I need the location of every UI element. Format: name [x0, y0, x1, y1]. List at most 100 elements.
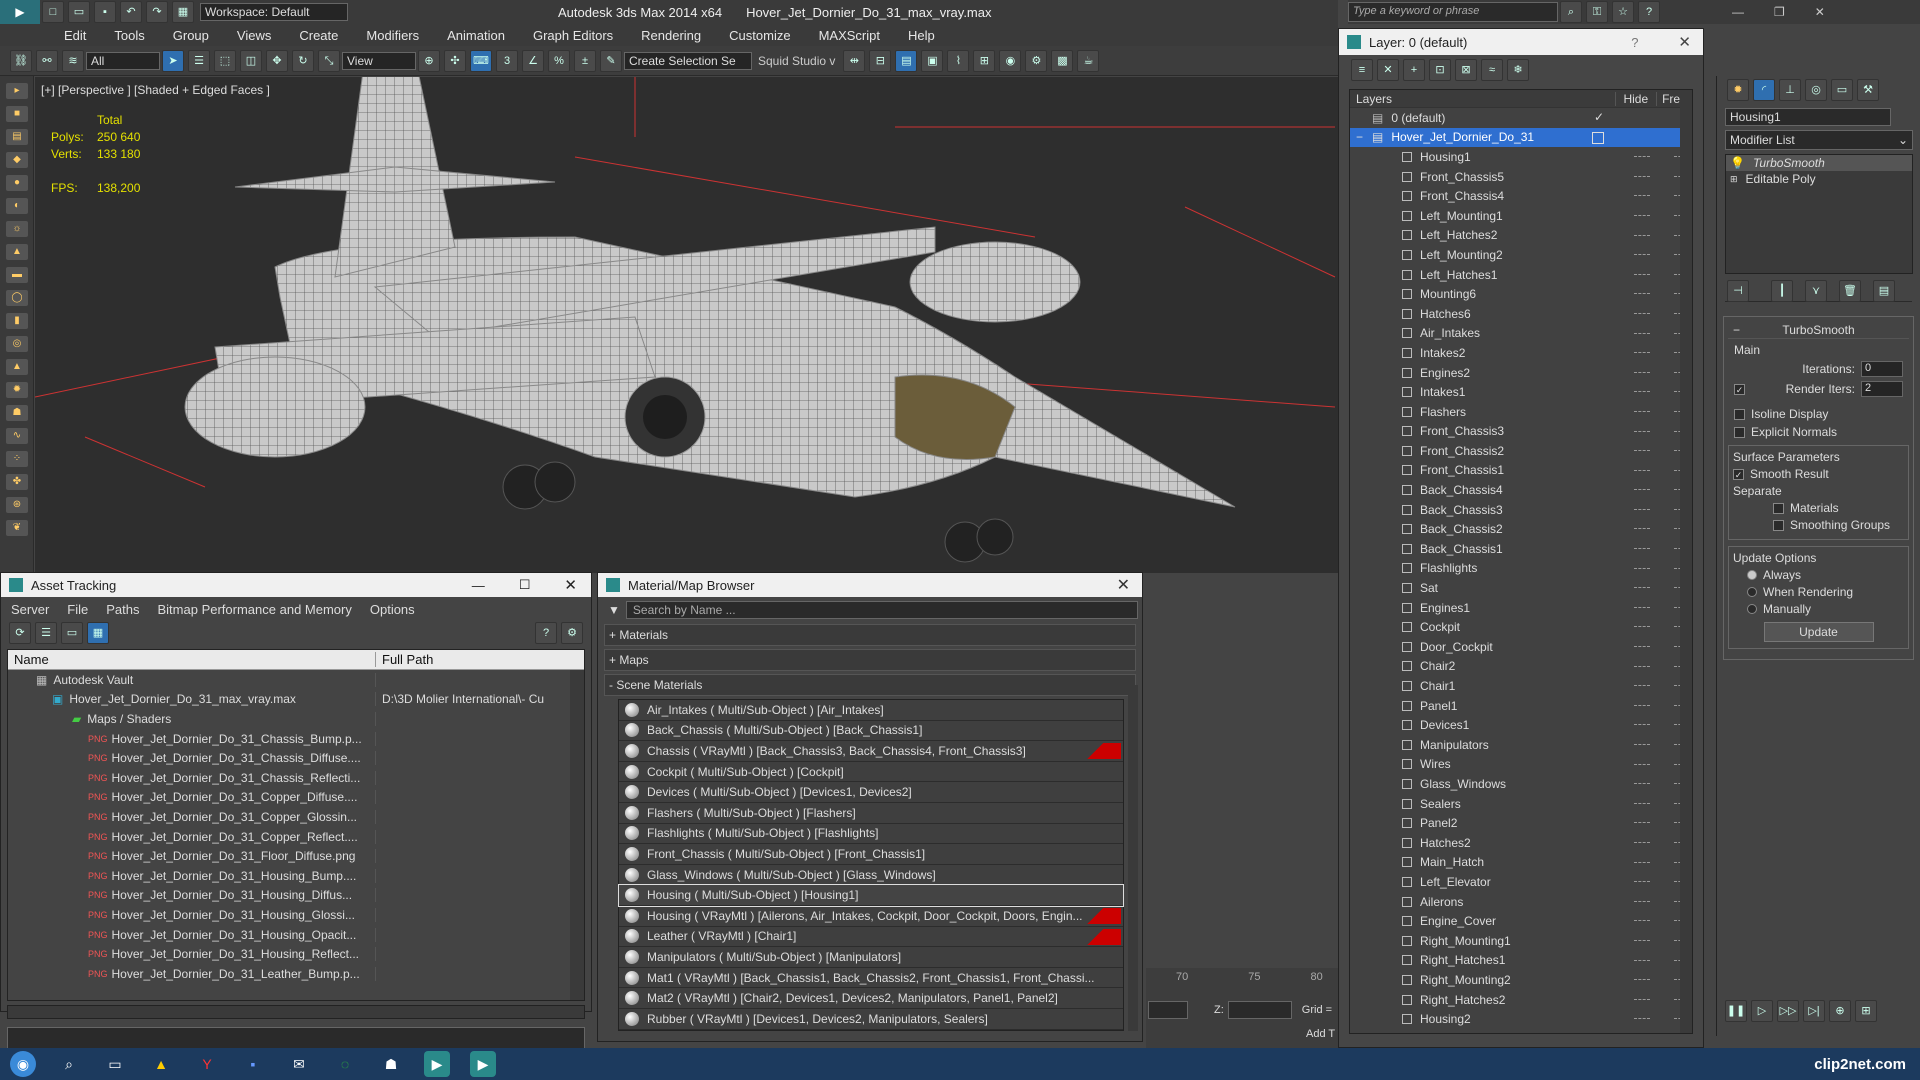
layer-object-row[interactable]: Sealers: [1350, 794, 1692, 814]
scene-material-item[interactable]: Glass_Windows ( Multi/Sub-Object ) [Glas…: [619, 865, 1123, 886]
taskbar-app-yandex-icon[interactable]: Y: [194, 1051, 220, 1077]
map-file-row[interactable]: PNG Hover_Jet_Dornier_Do_31_Copper_Reflec…: [8, 827, 584, 847]
object-hide-toggle[interactable]: [1634, 156, 1650, 158]
asset-menu-bitmap[interactable]: Bitmap Performance and Memory: [158, 602, 352, 617]
object-hide-toggle[interactable]: [1634, 410, 1650, 412]
key-icon[interactable]: ⚿: [1586, 1, 1608, 23]
scene-material-item[interactable]: Mat1 ( VRayMtl ) [Back_Chassis1, Back_Ch…: [619, 968, 1123, 989]
save-icon[interactable]: ▪: [94, 1, 116, 23]
matbrowser-options-icon[interactable]: ▼: [608, 603, 620, 617]
object-hide-toggle[interactable]: [1634, 391, 1650, 393]
make-unique-icon[interactable]: ⋎: [1805, 279, 1827, 302]
layer-object-row[interactable]: Ailerons: [1350, 892, 1692, 912]
asset-menu-server[interactable]: Server: [11, 602, 49, 617]
layer-object-row[interactable]: Engines1: [1350, 598, 1692, 618]
asset-close-icon[interactable]: ✕: [564, 576, 577, 594]
help-icon[interactable]: ?: [1638, 1, 1660, 23]
object-hide-toggle[interactable]: [1634, 234, 1650, 236]
graphite-icon[interactable]: ▣: [921, 49, 944, 72]
perspective-viewport[interactable]: [+] [Perspective ] [Shaded + Edged Faces…: [35, 77, 1338, 573]
layer-object-row[interactable]: Left_Hatches2: [1350, 226, 1692, 246]
layer-object-row[interactable]: Housing2: [1350, 1009, 1692, 1029]
redo-icon[interactable]: ↷: [146, 1, 168, 23]
object-hide-toggle[interactable]: [1634, 332, 1650, 334]
project-icon[interactable]: ▦: [172, 1, 194, 23]
layer-object-row[interactable]: Glass_Windows: [1350, 774, 1692, 794]
shape-tool-icon[interactable]: ●: [6, 175, 28, 191]
when-rendering-radio[interactable]: [1747, 587, 1757, 597]
layer-object-row[interactable]: Back_Chassis1: [1350, 539, 1692, 559]
close-icon[interactable]: ✕: [1815, 5, 1825, 19]
motion-tab-icon[interactable]: ◎: [1805, 79, 1827, 101]
reference-coord-dropdown[interactable]: View: [342, 51, 416, 70]
unlink-icon[interactable]: ⚯: [36, 49, 58, 72]
section-maps[interactable]: + Maps: [604, 649, 1136, 671]
stack-item-editable-poly[interactable]: ⊞ Editable Poly: [1726, 171, 1912, 187]
leaf-icon[interactable]: ❦: [6, 520, 28, 536]
new-file-icon[interactable]: □: [42, 1, 64, 23]
matbrowser-scrollbar[interactable]: [1128, 685, 1138, 1031]
layer-object-row[interactable]: Housing1: [1350, 147, 1692, 167]
object-hide-toggle[interactable]: [1634, 567, 1650, 569]
table-view-icon[interactable]: ▦: [87, 622, 109, 644]
object-hide-toggle[interactable]: [1634, 587, 1650, 589]
edit-tool-icon[interactable]: ▤: [6, 129, 28, 145]
add-to-layer-icon[interactable]: +: [1403, 59, 1425, 81]
globe-icon[interactable]: ⊛: [6, 497, 28, 513]
modifier-list-dropdown[interactable]: Modifier List ⌄: [1725, 130, 1913, 150]
select-tool-icon[interactable]: ▸: [6, 83, 28, 99]
layer-object-row[interactable]: Panel2: [1350, 813, 1692, 833]
selection-filter-dropdown[interactable]: All: [86, 51, 160, 70]
scene-material-item[interactable]: Flashers ( Multi/Sub-Object ) [Flashers]: [619, 803, 1123, 824]
app-logo-icon[interactable]: ▶: [0, 0, 40, 24]
search-input[interactable]: Type a keyword or phrase: [1348, 2, 1558, 22]
taskbar-app-game-icon[interactable]: ☗: [378, 1051, 404, 1077]
layer-object-row[interactable]: Intakes1: [1350, 382, 1692, 402]
layer-object-row[interactable]: Main_Hatch: [1350, 853, 1692, 873]
layer-object-row[interactable]: Left_Elevator: [1350, 872, 1692, 892]
taskbar-search-icon[interactable]: ⌕: [56, 1051, 82, 1077]
layer-close-icon[interactable]: ✕: [1678, 33, 1691, 51]
scale-icon[interactable]: ⤡: [318, 49, 340, 72]
sun-icon[interactable]: ✹: [6, 382, 28, 398]
snap-toggle-icon[interactable]: 3: [496, 49, 518, 72]
camera-tool-icon[interactable]: ◐: [6, 198, 28, 214]
menu-edit[interactable]: Edit: [64, 28, 86, 43]
object-hide-toggle[interactable]: [1634, 881, 1650, 883]
dynamics-icon[interactable]: ✤: [6, 474, 28, 490]
object-hide-toggle[interactable]: [1634, 508, 1650, 510]
file-row[interactable]: ▣ Hover_Jet_Dornier_Do_31_max_vray.max D:…: [8, 690, 584, 710]
layer-object-row[interactable]: Right_Hatches1: [1350, 951, 1692, 971]
asset-maximize-icon[interactable]: ☐: [519, 577, 531, 593]
section-materials[interactable]: + Materials: [604, 624, 1136, 646]
scene-material-item[interactable]: Cockpit ( Multi/Sub-Object ) [Cockpit]: [619, 762, 1123, 783]
active-layer-check-icon[interactable]: ✓: [1594, 110, 1604, 124]
show-end-result-icon[interactable]: ┃: [1771, 279, 1793, 302]
map-file-row[interactable]: PNG Hover_Jet_Dornier_Do_31_Housing_Opaci…: [8, 925, 584, 945]
layer-row-default[interactable]: ▤ 0 (default) ✓: [1350, 108, 1692, 128]
object-hide-toggle[interactable]: [1634, 548, 1650, 550]
delete-layer-icon[interactable]: ✕: [1377, 59, 1399, 81]
object-hide-toggle[interactable]: [1634, 195, 1650, 197]
section-scene-materials[interactable]: - Scene Materials: [604, 674, 1136, 696]
spline-icon[interactable]: ∿: [6, 428, 28, 444]
map-file-row[interactable]: PNG Hover_Jet_Dornier_Do_31_Chassis_Refle…: [8, 768, 584, 788]
named-selection-input[interactable]: Create Selection Se: [624, 51, 752, 70]
layer-help-icon[interactable]: ?: [1631, 35, 1638, 50]
layer-object-row[interactable]: Right_Mounting1: [1350, 931, 1692, 951]
list-view-icon[interactable]: ☰: [35, 622, 57, 644]
object-hide-toggle[interactable]: [1634, 214, 1650, 216]
layer-object-row[interactable]: Front_Chassis2: [1350, 441, 1692, 461]
keyboard-shortcut-icon[interactable]: ⌨: [470, 49, 492, 72]
object-hide-toggle[interactable]: [1634, 920, 1650, 922]
object-hide-toggle[interactable]: [1634, 900, 1650, 902]
object-hide-toggle[interactable]: [1634, 822, 1650, 824]
col-path-header[interactable]: Full Path: [376, 652, 433, 667]
taskbar-app-save-icon[interactable]: ▪: [240, 1051, 266, 1077]
menu-animation[interactable]: Animation: [447, 28, 505, 43]
taskbar-app-mail-icon[interactable]: ✉: [286, 1051, 312, 1077]
layer-object-row[interactable]: Cockpit: [1350, 617, 1692, 637]
menu-customize[interactable]: Customize: [729, 28, 790, 43]
rendered-frame-icon[interactable]: ▩: [1051, 49, 1074, 72]
modify-tab-icon[interactable]: ◜: [1753, 79, 1775, 101]
